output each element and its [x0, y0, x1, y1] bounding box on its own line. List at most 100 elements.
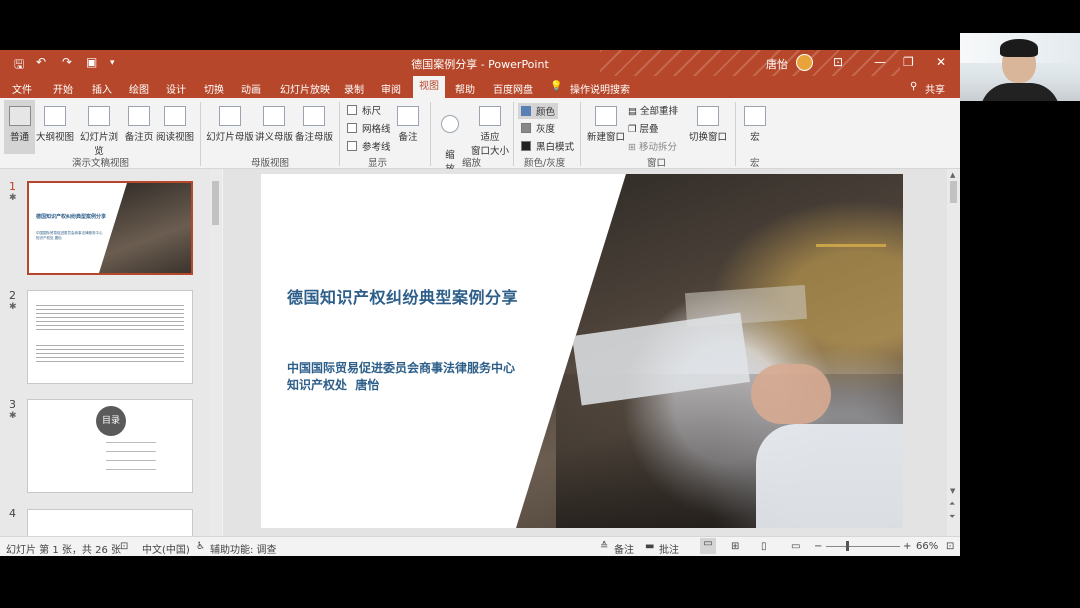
move-split-button[interactable]: ⊞ 移动拆分 [628, 139, 677, 153]
slide-subtitle-line-1[interactable]: 中国国际贸易促进委员会商事法律服务中心 [287, 359, 515, 376]
color-button[interactable]: 颜色 [518, 103, 559, 119]
comments-button[interactable]: 批注 [659, 541, 679, 556]
slide-thumbnail-4[interactable] [27, 509, 193, 536]
switch-window-icon [697, 106, 719, 126]
share-button[interactable]: 共享 [925, 81, 945, 96]
notes-master-button[interactable]: 备注母版 [294, 106, 334, 143]
slide-master-button[interactable]: 幻灯片母版 [206, 106, 254, 143]
notes-master-icon [303, 106, 325, 126]
normal-view-button[interactable]: 普通 [5, 106, 34, 143]
thumb-text-block [36, 305, 184, 333]
tab-slideshow[interactable]: 幻灯片放映 [280, 81, 330, 96]
tab-transitions[interactable]: 切换 [204, 81, 224, 96]
scroll-up-icon[interactable]: ▲ [950, 171, 955, 179]
zoom-button[interactable]: 缩 放 [438, 104, 462, 175]
webcam-person-hair [1000, 39, 1038, 57]
current-slide[interactable]: 德国知识产权纠纷典型案例分享 中国国际贸易促进委员会商事法律服务中心 知识产权处… [261, 174, 903, 528]
fit-to-window-button[interactable]: 适应 窗口大小 [470, 106, 510, 157]
slide-number: 4 [9, 507, 16, 520]
slide-counter: 幻灯片 第 1 张，共 26 张 [6, 545, 121, 556]
scrollbar-thumb[interactable] [212, 181, 219, 225]
photo-justice-scale [816, 244, 886, 247]
reading-view-status-icon[interactable]: ▯ [761, 541, 767, 552]
arrange-all-icon: ▤ [628, 106, 640, 117]
outline-view-button[interactable]: 大纲视图 [35, 106, 75, 143]
normal-view-status-icon[interactable]: ▭ [700, 538, 716, 554]
slideshow-status-icon[interactable]: ▭ [791, 541, 800, 552]
previous-slide-icon[interactable]: ⏶ [949, 499, 955, 509]
guides-checkbox[interactable]: 参考线 [347, 139, 391, 153]
ribbon-display-icon[interactable]: ⊡ [833, 55, 843, 69]
slide-thumbnail-2[interactable] [27, 290, 193, 384]
reading-view-button[interactable]: 阅读视图 [155, 106, 195, 143]
slide-sorter-status-icon[interactable]: ⊞ [731, 541, 739, 552]
grayscale-button[interactable]: 灰度 [521, 121, 555, 135]
zoom-out-icon[interactable]: − [814, 541, 822, 552]
tab-draw[interactable]: 绘图 [129, 81, 149, 96]
next-slide-icon[interactable]: ⏷ [949, 512, 955, 522]
group-label-presentation-views: 演示文稿视图 [72, 158, 130, 169]
avatar[interactable] [796, 54, 813, 71]
group-label-zoom: 缩放 [462, 158, 482, 169]
transition-star-icon: ✱ [9, 302, 17, 312]
restore-icon[interactable]: ❐ [903, 55, 914, 69]
notes-page-icon [128, 106, 150, 126]
switch-windows-button[interactable]: 切换窗口 [688, 106, 728, 143]
group-label-show: 显示 [368, 158, 388, 169]
thumb-photo [99, 183, 191, 273]
scrollbar-thumb[interactable] [950, 181, 957, 203]
black-white-button[interactable]: 黑白模式 [521, 139, 574, 153]
arrange-all-button[interactable]: ▤ 全部重排 [628, 103, 678, 117]
tab-animations[interactable]: 动画 [241, 81, 261, 96]
tab-home[interactable]: 开始 [53, 81, 73, 96]
tab-baidu-netdisk[interactable]: 百度网盘 [493, 81, 533, 96]
person-icon[interactable]: ⚲ [910, 81, 917, 92]
fit-window-icon [479, 106, 501, 126]
slide-sorter-button[interactable]: 幻灯片浏览 [76, 106, 122, 157]
slide-master-icon [219, 106, 241, 126]
zoom-slider[interactable] [826, 546, 900, 547]
macros-icon [744, 106, 766, 126]
macros-button[interactable]: 宏 [742, 106, 768, 143]
accessibility-status[interactable]: 辅助功能: 调查 [210, 541, 277, 556]
user-name[interactable]: 唐怡 [766, 56, 788, 72]
powerpoint-window: 🖫 ↶ ↷ ▣ ▾ 德国案例分享 - PowerPoint 唐怡 ⊡ — ❐ ✕… [0, 50, 960, 556]
slide-thumbnail-1[interactable]: 德国知识产权纠纷典型案例分享 中国国际贸易促进委员会商事法律服务中心 知识产权处… [27, 181, 193, 275]
tab-help[interactable]: 帮助 [455, 81, 475, 96]
close-icon[interactable]: ✕ [936, 55, 946, 69]
minimize-icon[interactable]: — [874, 55, 886, 69]
language[interactable]: 中文(中国) [142, 541, 190, 556]
tab-view[interactable]: 视图 [413, 76, 445, 98]
cascade-button[interactable]: ❐ 层叠 [628, 121, 659, 135]
notes-page-button[interactable]: 备注页 [123, 106, 155, 143]
gridlines-checkbox[interactable]: 网格线 [347, 121, 391, 135]
slide-number: 3 [9, 398, 16, 411]
spelling-icon[interactable]: ⊡ [120, 541, 128, 552]
tab-record[interactable]: 录制 [344, 81, 364, 96]
slide-thumbnail-3[interactable]: 目录 [27, 399, 193, 493]
slide-title[interactable]: 德国知识产权纠纷典型案例分享 [287, 284, 518, 308]
slide-subtitle-line-2[interactable]: 知识产权处 唐怡 [287, 376, 379, 393]
zoom-level[interactable]: 66% [916, 541, 938, 552]
notes-toggle-button[interactable]: 备注 [395, 106, 421, 143]
tab-file[interactable]: 文件 [12, 81, 32, 96]
new-window-button[interactable]: 新建窗口 [586, 106, 626, 143]
window-title: 德国案例分享 - PowerPoint [411, 58, 549, 71]
slides-panel-scrollbar[interactable] [210, 169, 221, 536]
fit-slide-icon[interactable]: ⊡ [946, 541, 954, 552]
scroll-down-icon[interactable]: ▼ [950, 487, 955, 495]
normal-view-icon [8, 106, 31, 126]
ruler-checkbox[interactable]: 标尺 [347, 103, 381, 117]
zoom-in-icon[interactable]: + [903, 541, 911, 552]
zoom-slider-thumb[interactable] [846, 541, 849, 551]
tab-insert[interactable]: 插入 [92, 81, 112, 96]
tell-me-search[interactable]: 操作说明搜索 [570, 81, 630, 96]
handout-master-button[interactable]: 讲义母版 [254, 106, 294, 143]
tab-design[interactable]: 设计 [166, 81, 186, 96]
notes-button[interactable]: 备注 [614, 541, 634, 556]
webcam-person-body [980, 83, 1060, 101]
group-label-window: 窗口 [647, 158, 667, 169]
tab-review[interactable]: 审阅 [381, 81, 401, 96]
slide-scrollbar[interactable]: ▲ ▼ ⏶ ⏷ [947, 169, 960, 536]
divider [200, 102, 201, 166]
